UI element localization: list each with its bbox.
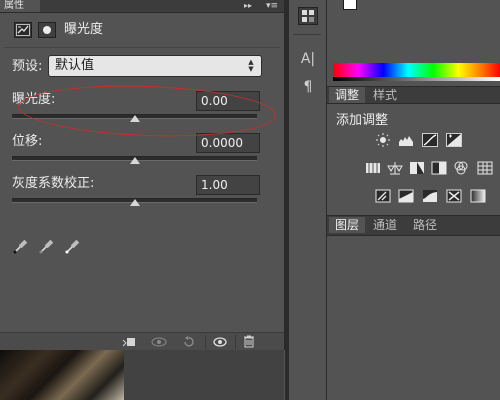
collapse-panel-icon[interactable]: ▸▸ bbox=[241, 0, 255, 12]
layers-tab-bar: 图层 通道 路径 bbox=[327, 215, 500, 236]
panel-menu-icon[interactable]: ▾≡ bbox=[262, 0, 282, 12]
posterize-icon[interactable] bbox=[398, 189, 414, 203]
properties-panel: 属性 ▸▸ ▾≡ 曝光度 预设: 默认值 ▲ ▼ 曝光度: 0.00 位移: 0.… bbox=[0, 0, 285, 351]
layer-mask-icon[interactable] bbox=[38, 22, 56, 38]
curves-icon[interactable] bbox=[422, 133, 438, 147]
properties-tab-bar: 属性 ▸▸ ▾≡ bbox=[0, 0, 284, 13]
selective-color-icon[interactable] bbox=[446, 189, 462, 203]
channel-mixer-icon[interactable] bbox=[477, 161, 493, 175]
canvas-area[interactable] bbox=[0, 350, 284, 400]
panel-dock-toolbar: A| ¶ bbox=[289, 0, 327, 400]
trash-icon[interactable] bbox=[238, 333, 260, 351]
levels-icon[interactable] bbox=[398, 133, 414, 147]
color-swatch[interactable] bbox=[343, 0, 357, 10]
tab-adjustments[interactable]: 调整 bbox=[329, 87, 366, 103]
photo-filter-icon[interactable] bbox=[453, 161, 469, 175]
offset-input[interactable]: 0.0000 bbox=[196, 133, 260, 153]
reset-icon[interactable] bbox=[178, 333, 200, 351]
offset-label: 位移: bbox=[12, 134, 43, 149]
exposure-icon[interactable] bbox=[446, 133, 462, 147]
threshold-icon[interactable] bbox=[422, 189, 438, 203]
invert-icon[interactable] bbox=[375, 189, 391, 203]
paragraph-icon[interactable]: ¶ bbox=[298, 78, 318, 96]
white-point-eyedropper-icon[interactable] bbox=[64, 238, 80, 254]
clip-to-layer-icon[interactable] bbox=[118, 333, 140, 351]
tab-properties[interactable]: 属性 bbox=[0, 0, 40, 12]
black-point-eyedropper-icon[interactable] bbox=[12, 238, 28, 254]
gamma-slider-thumb[interactable] bbox=[129, 199, 140, 206]
preset-label: 预设: bbox=[12, 59, 43, 74]
vibrance-icon[interactable] bbox=[365, 161, 381, 175]
preset-dropdown[interactable]: 默认值 ▲ ▼ bbox=[48, 55, 262, 77]
color-balance-icon[interactable] bbox=[409, 161, 425, 175]
brightness-contrast-icon[interactable] bbox=[375, 133, 391, 147]
grayscale-ramp[interactable] bbox=[333, 77, 500, 81]
tab-styles[interactable]: 样式 bbox=[367, 87, 403, 103]
tab-channels[interactable]: 通道 bbox=[367, 217, 403, 233]
black-white-icon[interactable] bbox=[431, 161, 447, 175]
dropdown-arrows-icon: ▲ ▼ bbox=[248, 58, 254, 73]
panel-title: 曝光度 bbox=[64, 22, 104, 37]
right-panel-column: 调整 样式 添加调整 图层 通道 路径 bbox=[327, 0, 500, 400]
gamma-correction-label: 灰度系数校正: bbox=[12, 176, 95, 191]
tab-paths[interactable]: 路径 bbox=[407, 217, 443, 233]
view-previous-state-icon[interactable] bbox=[148, 333, 170, 351]
character-icon[interactable]: A| bbox=[298, 50, 318, 68]
hue-saturation-icon[interactable] bbox=[387, 161, 403, 175]
add-adjustment-label: 添加调整 bbox=[336, 113, 389, 128]
offset-slider-thumb[interactable] bbox=[129, 157, 140, 164]
visibility-eye-icon[interactable] bbox=[209, 333, 231, 351]
tab-layers[interactable]: 图层 bbox=[329, 217, 366, 233]
gradient-map-icon[interactable] bbox=[470, 189, 486, 203]
adjustments-icon[interactable] bbox=[298, 7, 318, 25]
properties-bottom-bar bbox=[0, 332, 284, 351]
divider bbox=[4, 47, 280, 48]
gray-point-eyedropper-icon[interactable] bbox=[38, 238, 54, 254]
photo-image bbox=[0, 350, 124, 400]
preset-value: 默认值 bbox=[55, 58, 95, 73]
color-spectrum[interactable] bbox=[333, 63, 500, 77]
gamma-correction-input[interactable]: 1.00 bbox=[196, 175, 260, 195]
adjustment-layer-icon[interactable] bbox=[14, 22, 32, 38]
adjustments-tab-bar: 调整 样式 bbox=[327, 86, 500, 104]
